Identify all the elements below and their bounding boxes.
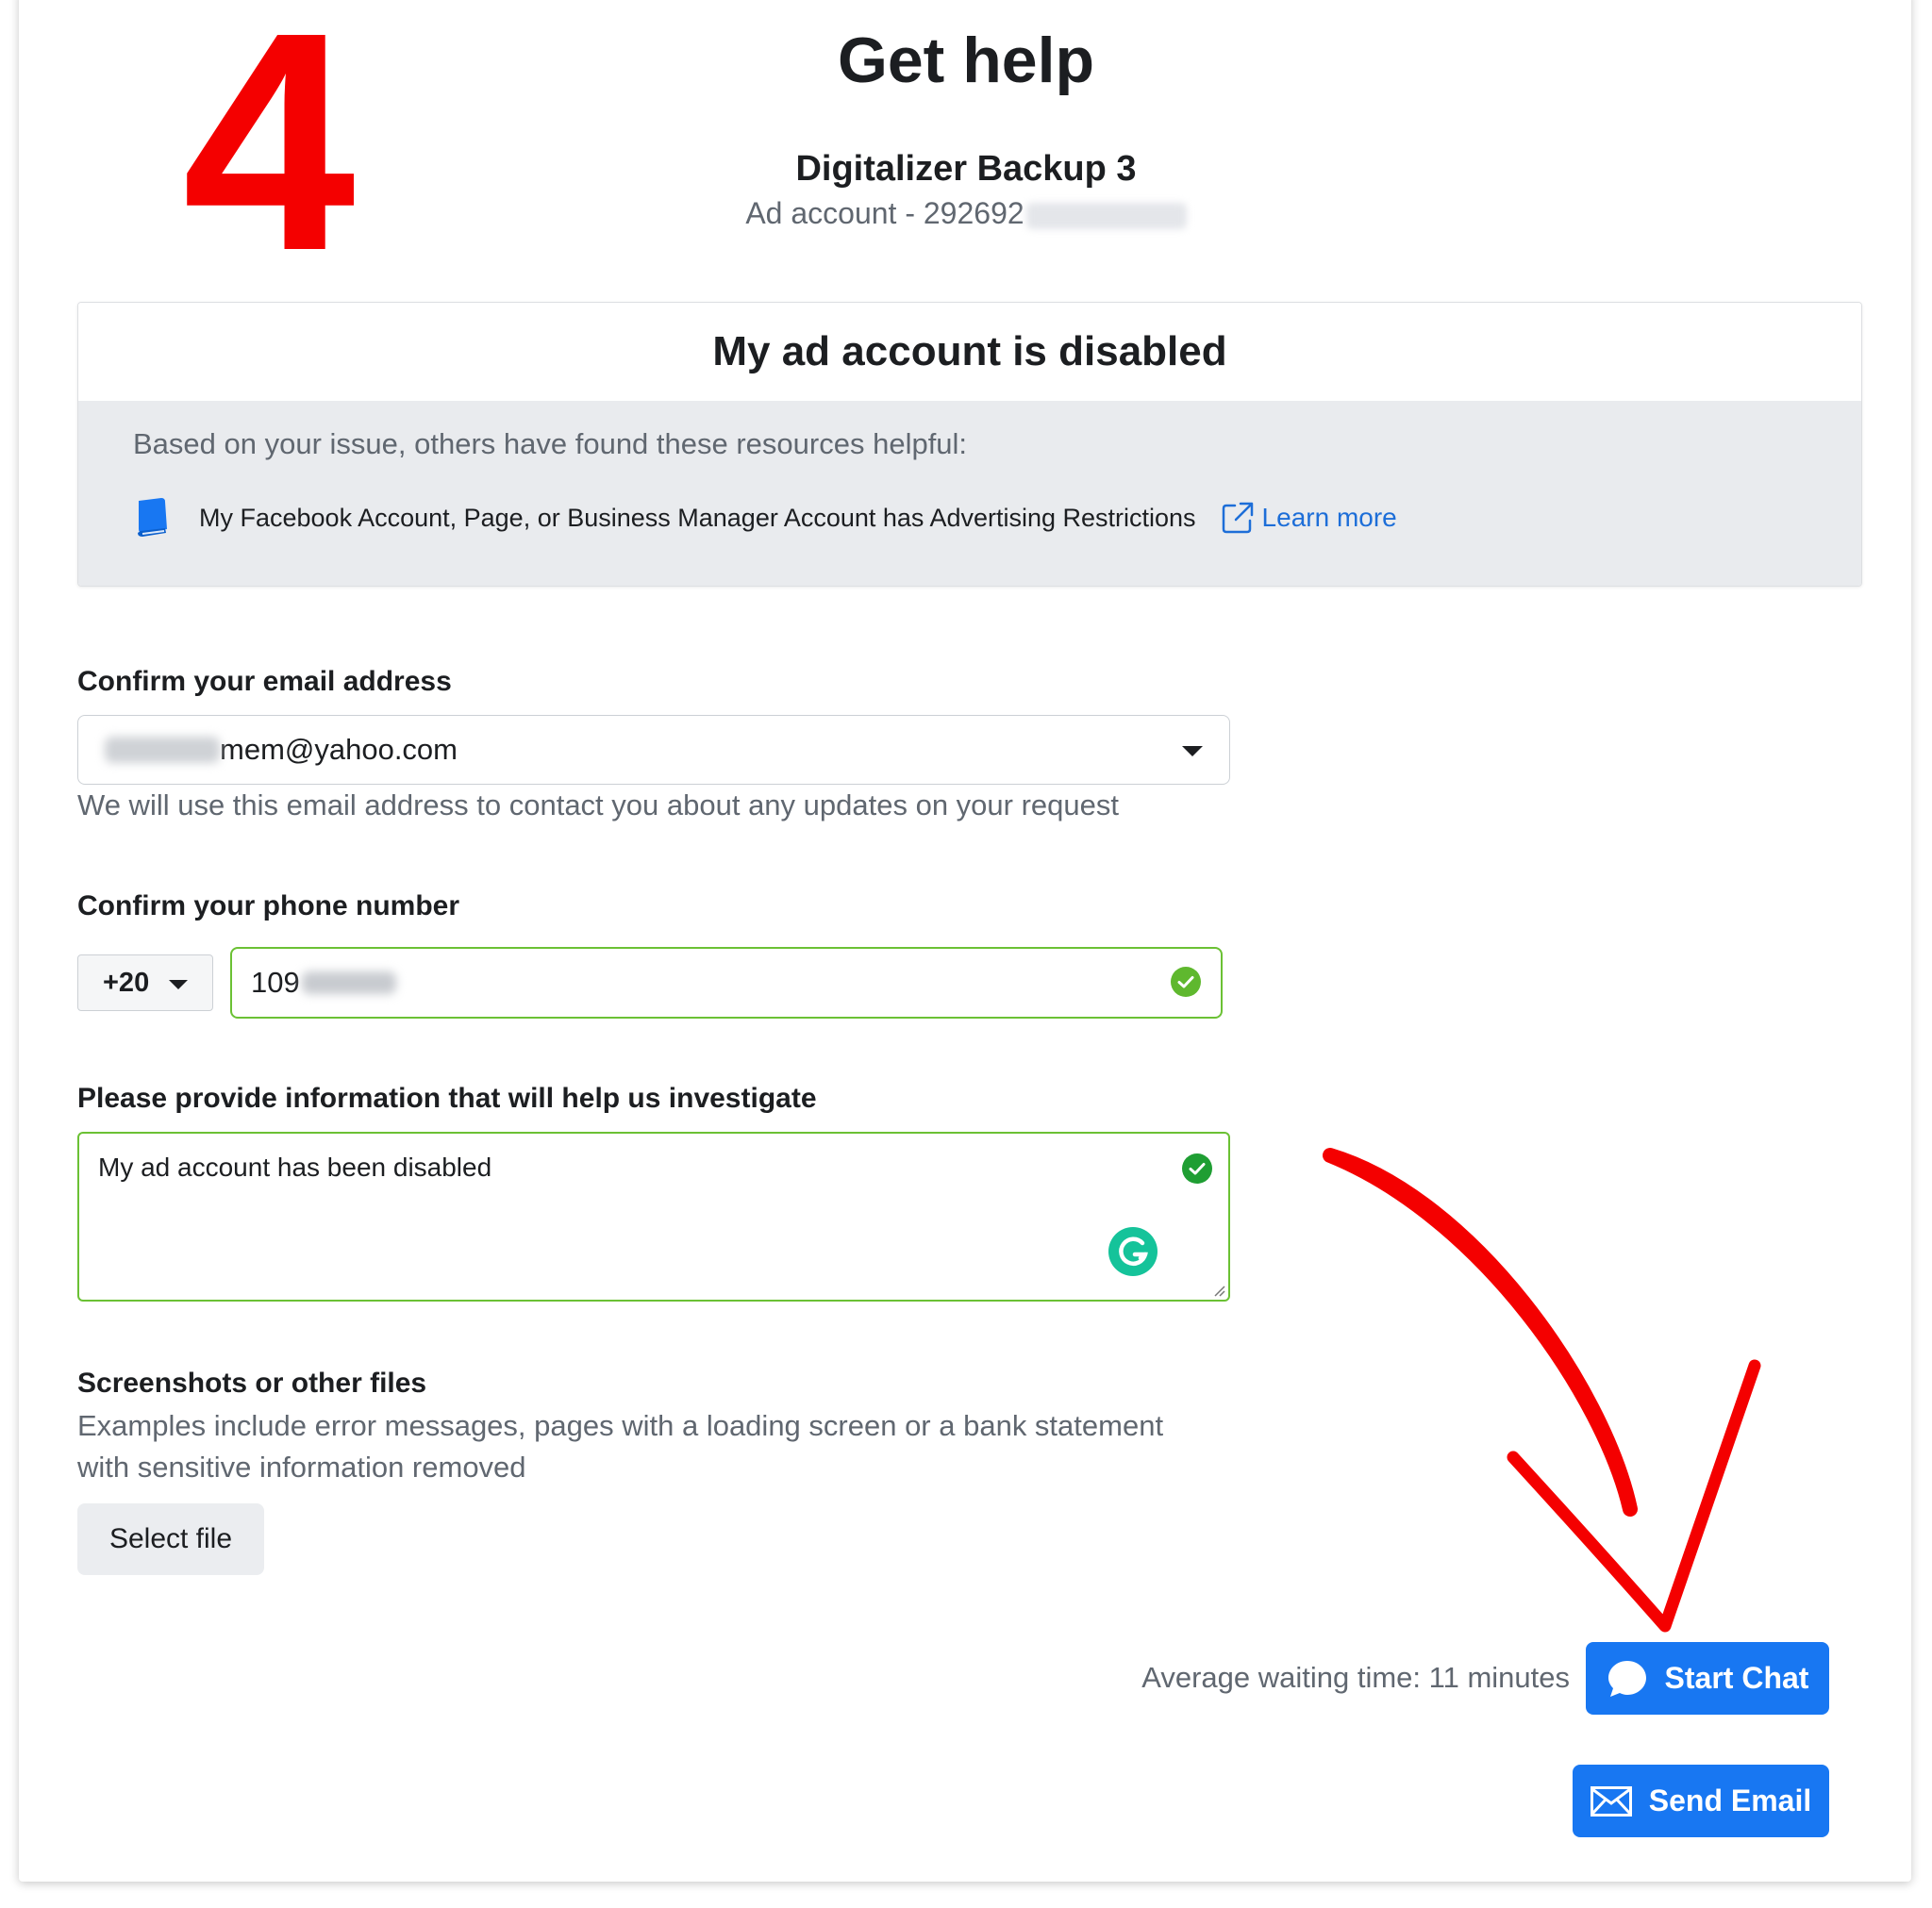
redacted-email-prefix <box>105 737 220 763</box>
email-select[interactable]: mem@yahoo.com <box>77 715 1230 785</box>
files-description: Examples include error messages, pages w… <box>77 1409 1164 1484</box>
details-label: Please provide information that will hel… <box>77 1083 817 1114</box>
email-label: Confirm your email address <box>77 666 452 697</box>
files-label: Screenshots or other files <box>77 1368 427 1399</box>
envelope-icon <box>1590 1785 1632 1817</box>
grammarly-icon[interactable] <box>1108 1226 1158 1277</box>
details-textarea[interactable]: My ad account has been disabled <box>77 1132 1230 1302</box>
check-circle-icon <box>1171 967 1201 997</box>
issue-panel: My ad account is disabled Based on your … <box>77 302 1862 587</box>
send-email-label: Send Email <box>1648 1784 1812 1817</box>
page-title: Get help <box>837 25 1095 96</box>
book-icon <box>138 498 167 537</box>
email-value: mem@yahoo.com <box>220 733 458 766</box>
chat-bubble-icon <box>1607 1660 1646 1697</box>
country-code-value: +20 <box>103 967 150 998</box>
resources-intro: Based on your issue, others have found t… <box>133 427 968 460</box>
country-code-select[interactable]: +20 <box>77 954 213 1011</box>
account-name: Digitalizer Backup 3 <box>795 149 1137 189</box>
redacted-account-id <box>1025 202 1187 229</box>
send-email-button[interactable]: Send Email <box>1573 1765 1829 1837</box>
phone-label: Confirm your phone number <box>77 890 459 921</box>
phone-value: 109 <box>251 966 300 999</box>
resource-item: My Facebook Account, Page, or Business M… <box>133 497 1397 539</box>
chevron-down-icon <box>169 980 188 989</box>
resize-handle-icon[interactable] <box>1210 1282 1225 1297</box>
select-file-button[interactable]: Select file <box>77 1503 264 1575</box>
resources-panel: Based on your issue, others have found t… <box>78 401 1861 586</box>
account-id: Ad account - 292692 <box>0 196 1932 231</box>
details-value: My ad account has been disabled <box>98 1153 492 1182</box>
check-circle-icon <box>1182 1153 1212 1184</box>
issue-title: My ad account is disabled <box>78 303 1861 401</box>
phone-input[interactable]: 109 <box>230 947 1223 1019</box>
learn-more-link[interactable]: Learn more <box>1262 503 1397 533</box>
email-help-text: We will use this email address to contac… <box>77 788 1119 821</box>
wait-time-text: Average waiting time: 11 minutes <box>1141 1661 1570 1694</box>
external-link-icon <box>1222 502 1253 534</box>
resource-link-text[interactable]: My Facebook Account, Page, or Business M… <box>199 504 1196 533</box>
chevron-down-icon <box>1182 746 1203 756</box>
redacted-phone-digits <box>301 971 396 994</box>
start-chat-label: Start Chat <box>1664 1661 1809 1695</box>
account-id-text: Ad account - 292692 <box>745 196 1024 230</box>
start-chat-button[interactable]: Start Chat <box>1586 1642 1829 1715</box>
